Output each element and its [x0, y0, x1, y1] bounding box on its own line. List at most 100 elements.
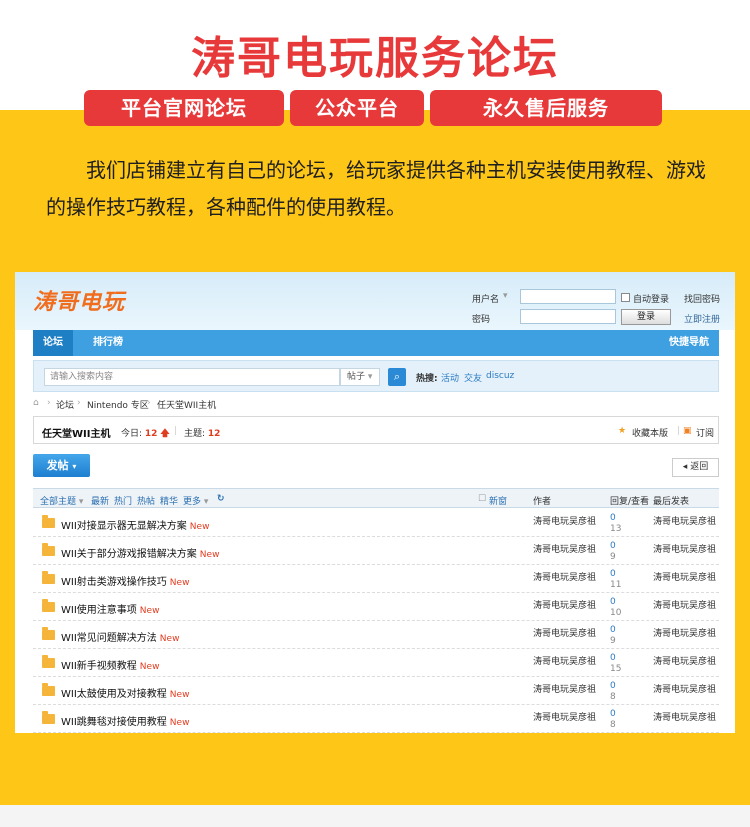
find-password-link[interactable]: 找回密码: [684, 292, 720, 305]
filter-hot[interactable]: 热门: [114, 494, 132, 507]
thread-author[interactable]: 涛哥电玩吴彦祖: [533, 542, 596, 555]
thread-last-poster[interactable]: 涛哥电玩吴彦祖: [653, 682, 716, 695]
thread-last-poster[interactable]: 涛哥电玩吴彦祖: [653, 626, 716, 639]
table-row[interactable]: WII对接显示器无显解决方案 New 涛哥电玩吴彦祖 0 13 涛哥电玩吴彦祖: [33, 509, 719, 537]
hot-link-discuz[interactable]: discuz: [486, 371, 514, 381]
thread-author[interactable]: 涛哥电玩吴彦祖: [533, 710, 596, 723]
thread-title-cell[interactable]: WII使用注意事项 New: [61, 601, 159, 616]
breadcrumb-wii[interactable]: 任天堂WII主机: [157, 398, 216, 411]
thread-title[interactable]: WII跳舞毯对接使用教程: [61, 717, 167, 728]
thread-title[interactable]: WII使用注意事项: [61, 605, 137, 616]
forum-header: 涛哥电玩 用户名 ▾ 自动登录 找回密码 密码 登录 立即注册: [15, 272, 735, 330]
thread-title[interactable]: WII常见问题解决方法: [61, 633, 157, 644]
chevron-right-icon: ›: [47, 398, 51, 408]
topics-stat: 主题: 12: [184, 426, 220, 439]
thread-author[interactable]: 涛哥电玩吴彦祖: [533, 682, 596, 695]
intro-paragraph: 我们店铺建立有自己的论坛，给玩家提供各种主机安装使用教程、游戏的操作技巧教程，各…: [46, 158, 706, 219]
forum-logo[interactable]: 涛哥电玩: [33, 284, 125, 316]
thread-last-poster[interactable]: 涛哥电玩吴彦祖: [653, 710, 716, 723]
filter-all[interactable]: 全部主题 ▾: [40, 494, 83, 507]
thread-title-cell[interactable]: WII常见问题解决方法 New: [61, 629, 179, 644]
filter-digest[interactable]: 精华: [160, 494, 178, 507]
chevron-right-icon: ›: [147, 398, 151, 408]
table-row[interactable]: WII常见问题解决方法 New 涛哥电玩吴彦祖 0 9 涛哥电玩吴彦祖: [33, 621, 719, 649]
thread-title-cell[interactable]: WII射击类游戏操作技巧 New: [61, 573, 189, 588]
hot-link-social[interactable]: 交友: [464, 371, 482, 384]
tab-ranking[interactable]: 排行榜: [83, 330, 133, 356]
thread-table-header: 全部主题 ▾ 最新 热门 热帖 精华 更多 ▾ ↻ ☐ 新窗 作者 回复/查看 …: [33, 488, 719, 508]
thread-last-poster[interactable]: 涛哥电玩吴彦祖: [653, 654, 716, 667]
thread-views: 9: [610, 552, 616, 562]
page-title: 涛哥电玩服务论坛: [191, 33, 559, 84]
table-row[interactable]: WII太鼓使用及对接教程 New 涛哥电玩吴彦祖 0 8 涛哥电玩吴彦祖: [33, 677, 719, 705]
folder-icon: [42, 515, 55, 528]
search-icon[interactable]: ⌕: [388, 368, 406, 386]
table-row[interactable]: WII使用注意事项 New 涛哥电玩吴彦祖 0 10 涛哥电玩吴彦祖: [33, 593, 719, 621]
favorite-link[interactable]: 收藏本版: [632, 426, 668, 439]
thread-title[interactable]: WII关于部分游戏报错解决方案: [61, 549, 197, 560]
breadcrumb-nintendo[interactable]: Nintendo 专区: [87, 398, 149, 411]
thread-author[interactable]: 涛哥电玩吴彦祖: [533, 654, 596, 667]
search-bar: 请输入搜索内容 帖子 ▾ ⌕ 热搜: 活动 交友 discuz: [33, 360, 719, 392]
thread-title-cell[interactable]: WII关于部分游戏报错解决方案 New: [61, 545, 219, 560]
search-input[interactable]: 请输入搜索内容: [44, 368, 340, 386]
thread-title[interactable]: WII新手视频教程: [61, 661, 137, 672]
table-row[interactable]: WII射击类游戏操作技巧 New 涛哥电玩吴彦祖 0 11 涛哥电玩吴彦祖: [33, 565, 719, 593]
password-input[interactable]: [520, 309, 616, 324]
thread-views: 8: [610, 720, 616, 730]
thread-title[interactable]: WII太鼓使用及对接教程: [61, 689, 167, 700]
thread-last-poster[interactable]: 涛哥电玩吴彦祖: [653, 542, 716, 555]
new-window-checkbox[interactable]: ☐: [478, 494, 486, 504]
new-badge: New: [159, 634, 180, 644]
thread-author[interactable]: 涛哥电玩吴彦祖: [533, 598, 596, 611]
thread-author[interactable]: 涛哥电玩吴彦祖: [533, 626, 596, 639]
new-badge: New: [169, 578, 190, 588]
filter-hot-posts[interactable]: 热帖: [137, 494, 155, 507]
hot-link-activity[interactable]: 活动: [441, 371, 459, 384]
home-icon[interactable]: ⌂: [33, 398, 39, 408]
chevron-down-icon: ▾: [503, 291, 508, 301]
thread-author[interactable]: 涛哥电玩吴彦祖: [533, 570, 596, 583]
new-post-label: 发帖: [46, 459, 69, 472]
thread-last-poster[interactable]: 涛哥电玩吴彦祖: [653, 598, 716, 611]
thread-replies: 0: [610, 513, 616, 523]
table-row[interactable]: WII关于部分游戏报错解决方案 New 涛哥电玩吴彦祖 0 9 涛哥电玩吴彦祖: [33, 537, 719, 565]
login-button[interactable]: 登录: [621, 309, 671, 325]
auto-login-checkbox[interactable]: [621, 293, 630, 302]
thread-title[interactable]: WII射击类游戏操作技巧: [61, 577, 167, 588]
quick-nav[interactable]: 快捷导航: [669, 330, 709, 356]
today-count: 12: [144, 429, 158, 439]
table-row[interactable]: WII跳舞毯对接使用教程 New 涛哥电玩吴彦祖 0 8 涛哥电玩吴彦祖: [33, 705, 719, 733]
arrow-up-icon: 🡅: [160, 429, 170, 439]
breadcrumb-forum[interactable]: 论坛: [56, 398, 74, 411]
new-post-button[interactable]: 发帖 ▾: [33, 454, 90, 477]
register-link[interactable]: 立即注册: [684, 312, 720, 325]
folder-icon: [42, 655, 55, 668]
thread-title[interactable]: WII对接显示器无显解决方案: [61, 521, 187, 532]
refresh-icon[interactable]: ↻: [217, 494, 225, 504]
folder-icon: [42, 711, 55, 724]
thread-replies: 0: [610, 681, 616, 691]
main-nav: 论坛 排行榜 快捷导航: [33, 330, 719, 356]
thread-last-poster[interactable]: 涛哥电玩吴彦祖: [653, 514, 716, 527]
thread-last-poster[interactable]: 涛哥电玩吴彦祖: [653, 570, 716, 583]
new-badge: New: [169, 718, 190, 728]
table-row[interactable]: WII新手视频教程 New 涛哥电玩吴彦祖 0 15 涛哥电玩吴彦祖: [33, 649, 719, 677]
username-input[interactable]: [520, 289, 616, 304]
search-type-select[interactable]: 帖子 ▾: [340, 368, 380, 386]
new-badge: New: [169, 690, 190, 700]
thread-title-cell[interactable]: WII跳舞毯对接使用教程 New: [61, 713, 189, 728]
pill-after-sales: 永久售后服务: [430, 90, 662, 126]
filter-more[interactable]: 更多 ▾: [183, 494, 208, 507]
tab-forum[interactable]: 论坛: [33, 330, 73, 356]
thread-author[interactable]: 涛哥电玩吴彦祖: [533, 514, 596, 527]
chevron-down-icon: ▾: [72, 462, 77, 471]
filter-latest[interactable]: 最新: [91, 494, 109, 507]
subscribe-link[interactable]: 订阅: [696, 426, 714, 439]
thread-title-cell[interactable]: WII新手视频教程 New: [61, 657, 159, 672]
back-button[interactable]: ◂ 返回: [672, 458, 719, 477]
pill-public-platform: 公众平台: [290, 90, 424, 126]
thread-title-cell[interactable]: WII对接显示器无显解决方案 New: [61, 517, 209, 532]
thread-replies: 0: [610, 625, 616, 635]
thread-title-cell[interactable]: WII太鼓使用及对接教程 New: [61, 685, 189, 700]
